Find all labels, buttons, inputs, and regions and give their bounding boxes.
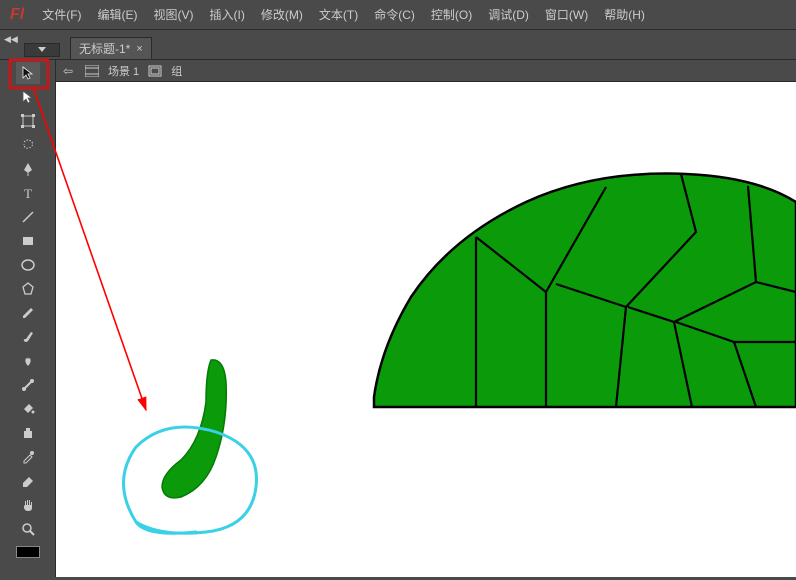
oval-tool[interactable] (16, 254, 40, 276)
app-logo: Fl (4, 6, 34, 24)
menu-text[interactable]: 文本(T) (311, 2, 366, 27)
eyedropper-tool[interactable] (16, 446, 40, 468)
paint-bucket-tool[interactable] (16, 398, 40, 420)
menu-view[interactable]: 视图(V) (146, 2, 202, 27)
pen-tool[interactable] (16, 158, 40, 180)
menu-insert[interactable]: 插入(I) (202, 2, 253, 27)
zoom-tool[interactable] (16, 518, 40, 540)
collapse-icon[interactable]: ◀◀ (4, 34, 18, 45)
free-transform-tool[interactable] (16, 110, 40, 132)
rectangle-tool[interactable] (16, 230, 40, 252)
stage[interactable] (56, 82, 796, 577)
scene-icon[interactable] (84, 63, 100, 79)
brush-tool[interactable] (16, 326, 40, 348)
panel-dropdown[interactable] (24, 43, 60, 57)
breadcrumb-scene[interactable]: 场景 1 (108, 63, 139, 79)
stage-artwork (56, 82, 796, 577)
text-tool[interactable]: T (16, 182, 40, 204)
deco-tool[interactable] (16, 350, 40, 372)
menu-debug[interactable]: 调试(D) (480, 2, 537, 27)
breadcrumb-group[interactable]: 组 (171, 63, 182, 79)
polystar-tool[interactable] (16, 278, 40, 300)
document-tab-close[interactable]: × (136, 43, 142, 55)
menu-command[interactable]: 命令(C) (366, 2, 423, 27)
group-icon[interactable] (147, 63, 163, 79)
pencil-tool[interactable] (16, 302, 40, 324)
hand-tool[interactable] (16, 494, 40, 516)
tool-panel: T (0, 60, 56, 577)
document-tab-title: 无标题-1* (79, 40, 130, 57)
svg-text:T: T (24, 186, 32, 200)
menu-modify[interactable]: 修改(M) (253, 2, 311, 27)
menu-help[interactable]: 帮助(H) (596, 2, 653, 27)
menu-window[interactable]: 窗口(W) (537, 2, 596, 27)
tab-row: 无标题-1* × (0, 30, 796, 60)
line-tool[interactable] (16, 206, 40, 228)
document-tab[interactable]: 无标题-1* × (70, 37, 152, 59)
back-icon[interactable]: ⇦ (60, 63, 76, 79)
menu-file[interactable]: 文件(F) (34, 2, 89, 27)
menu-bar: Fl 文件(F) 编辑(E) 视图(V) 插入(I) 修改(M) 文本(T) 命… (0, 0, 796, 30)
turtle-shell-shape (374, 174, 796, 407)
selection-tool[interactable] (16, 62, 40, 84)
subselection-tool[interactable] (16, 86, 40, 108)
menu-control[interactable]: 控制(O) (423, 2, 480, 27)
ink-bottle-tool[interactable] (16, 422, 40, 444)
lasso-tool[interactable] (16, 134, 40, 156)
edit-bar: ⇦ 场景 1 组 (0, 60, 796, 82)
menu-edit[interactable]: 编辑(E) (90, 2, 146, 27)
eraser-tool[interactable] (16, 470, 40, 492)
stroke-color-swatch[interactable] (16, 546, 40, 558)
bone-tool[interactable] (16, 374, 40, 396)
